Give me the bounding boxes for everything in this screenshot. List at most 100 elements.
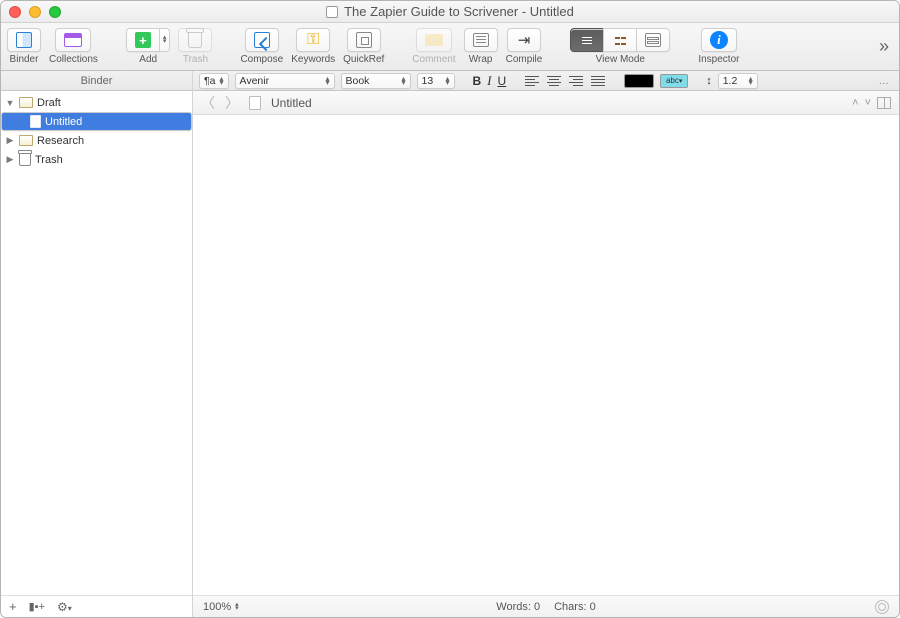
toolbar-overflow-button[interactable]: » — [875, 36, 893, 57]
editor-pane: ¶a▴▾ Avenir▴▾ Book▴▾ 13▴▾ B I U abc▾ ↕ 1… — [193, 71, 899, 617]
font-style-select[interactable]: Book▴▾ — [341, 73, 411, 89]
zoom-stepper[interactable]: ▴▾ — [235, 603, 239, 611]
add-document-button[interactable]: + — [9, 599, 17, 614]
italic-button[interactable]: I — [487, 73, 491, 89]
line-spacing-icon: ↕ — [706, 75, 712, 87]
add-button[interactable]: + — [126, 28, 160, 52]
collections-icon — [64, 33, 82, 47]
disclosure-triangle-icon[interactable]: ▶ — [5, 135, 15, 146]
binder-item-label: Untitled — [45, 116, 82, 128]
document-icon — [249, 96, 261, 110]
editor-header-bar: 〈 〉 Untitled ˄ ˅ — [193, 91, 899, 115]
editor-text-area[interactable] — [193, 115, 899, 595]
inspector-button[interactable]: i — [701, 28, 737, 52]
quickref-icon — [356, 32, 372, 48]
corkboard-view-icon — [612, 33, 628, 47]
quickref-label: QuickRef — [343, 54, 384, 65]
binder-item-untitled[interactable]: Untitled — [1, 112, 192, 131]
line-spacing-select[interactable]: 1.2▴▾ — [718, 73, 758, 89]
page-icon — [30, 115, 41, 128]
add-folder-button[interactable]: ▮▪+ — [29, 600, 45, 613]
pilcrow-label: ¶a — [204, 75, 215, 87]
char-count: Chars: 0 — [554, 601, 596, 613]
main-toolbar: Binder Collections + ▴▾ Add Trash Compos… — [1, 23, 899, 71]
info-icon: i — [710, 31, 728, 49]
align-left-button[interactable] — [524, 74, 540, 88]
comment-icon — [425, 34, 443, 46]
split-editor-button[interactable] — [877, 97, 891, 109]
prev-document-button[interactable]: ˄ — [852, 97, 858, 109]
editor-status-bar: 100% ▴▾ Words: 0 Chars: 0 — [193, 595, 899, 617]
keywords-button[interactable]: ⚿ — [296, 28, 330, 52]
highlight-color-swatch[interactable]: abc▾ — [660, 74, 688, 88]
binder-item-label: Research — [37, 135, 84, 147]
collections-button[interactable] — [55, 28, 91, 52]
binder-item-research[interactable]: ▶ Research — [1, 131, 192, 150]
font-style-value: Book — [346, 75, 398, 87]
binder-header: Binder — [1, 71, 192, 91]
chars-value: 0 — [590, 601, 596, 613]
disclosure-triangle-icon[interactable]: ▶ — [5, 154, 15, 165]
text-color-swatch[interactable] — [624, 74, 654, 88]
font-size-select[interactable]: 13▴▾ — [417, 73, 455, 89]
binder-item-draft[interactable]: ▼ Draft — [1, 93, 192, 112]
binder-item-label: Draft — [37, 97, 61, 109]
quickref-button[interactable] — [347, 28, 381, 52]
trash-icon — [188, 32, 202, 48]
word-count: Words: 0 — [496, 601, 540, 613]
next-document-button[interactable]: ˅ — [865, 97, 871, 109]
view-mode-outline-button[interactable] — [636, 28, 670, 52]
align-right-button[interactable] — [568, 74, 584, 88]
titlebar: The Zapier Guide to Scrivener - Untitled — [1, 1, 899, 23]
view-mode-corkboard-button[interactable] — [603, 28, 637, 52]
binder-options-button[interactable]: ⚙︎▾ — [57, 600, 72, 614]
bold-button[interactable]: B — [473, 74, 482, 88]
binder-tree: ▼ Draft Untitled ▶ Research ▶ Trash — [1, 91, 192, 595]
plus-icon: + — [135, 32, 151, 48]
wrap-label: Wrap — [469, 54, 493, 65]
align-center-button[interactable] — [546, 74, 562, 88]
view-mode-document-button[interactable] — [570, 28, 604, 52]
comment-label: Comment — [412, 54, 455, 65]
words-value: 0 — [534, 601, 540, 613]
align-justify-button[interactable] — [590, 74, 606, 88]
nav-back-button[interactable]: 〈 — [201, 93, 215, 113]
format-more-button[interactable]: … — [875, 75, 894, 87]
nav-forward-button[interactable]: 〉 — [225, 93, 239, 113]
underline-button[interactable]: U — [498, 74, 507, 88]
binder-pane: Binder ▼ Draft Untitled ▶ Research ▶ — [1, 71, 193, 617]
paragraph-style-select[interactable]: ¶a▴▾ — [199, 73, 229, 89]
key-icon: ⚿ — [307, 31, 319, 49]
main-body: Binder ▼ Draft Untitled ▶ Research ▶ — [1, 71, 899, 617]
highlight-swatch-label: abc — [666, 76, 679, 85]
binder-item-trash[interactable]: ▶ Trash — [1, 150, 192, 169]
trash-label: Trash — [183, 54, 208, 65]
font-family-value: Avenir — [240, 75, 322, 87]
app-window: The Zapier Guide to Scrivener - Untitled… — [0, 0, 900, 618]
compose-button[interactable] — [245, 28, 279, 52]
zoom-level[interactable]: 100% — [203, 601, 231, 613]
document-view-icon — [579, 33, 595, 47]
document-proxy-icon[interactable] — [326, 6, 338, 18]
trash-button[interactable] — [178, 28, 212, 52]
window-title: The Zapier Guide to Scrivener - Untitled — [1, 4, 899, 19]
compose-label: Compose — [240, 54, 283, 65]
collections-label: Collections — [49, 54, 98, 65]
compile-button[interactable]: ⇥ — [507, 28, 541, 52]
binder-icon — [16, 32, 32, 48]
wrap-button[interactable] — [464, 28, 498, 52]
binder-header-label: Binder — [81, 75, 113, 87]
binder-item-label: Trash — [35, 154, 63, 166]
target-button[interactable] — [875, 600, 889, 614]
editor-document-title[interactable]: Untitled — [271, 96, 312, 110]
add-label: Add — [139, 54, 157, 65]
font-size-value: 13 — [422, 75, 442, 87]
add-menu-button[interactable]: ▴▾ — [160, 28, 171, 52]
font-family-select[interactable]: Avenir▴▾ — [235, 73, 335, 89]
trash-folder-icon — [19, 153, 31, 166]
format-bar-controls: ¶a▴▾ Avenir▴▾ Book▴▾ 13▴▾ B I U abc▾ ↕ 1… — [193, 71, 899, 91]
comment-button[interactable] — [416, 28, 452, 52]
disclosure-triangle-icon[interactable]: ▼ — [5, 98, 15, 108]
folder-icon — [19, 135, 33, 146]
binder-toggle-button[interactable] — [7, 28, 41, 52]
